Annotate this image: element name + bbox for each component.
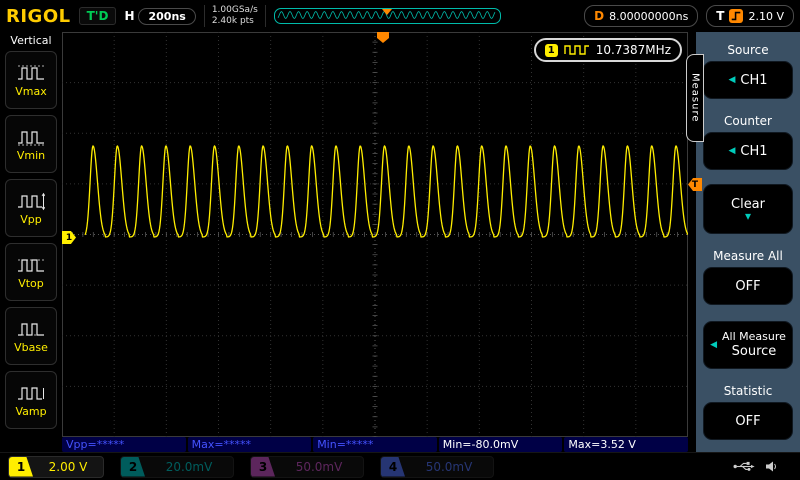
channel1-status[interactable]: 1 2.00 V	[8, 456, 104, 478]
horizontal-group: H 200ns	[124, 8, 195, 25]
statistic-button[interactable]: OFF	[703, 402, 793, 440]
trigger-level-marker[interactable]: T	[688, 178, 702, 191]
vertical-measure-sidebar: Vertical Vmax Vmin Vpp Vtop Vbase Vamp	[0, 32, 62, 437]
measurement-max[interactable]: Max=3.52 V	[564, 437, 688, 452]
square-wave-icon	[564, 44, 590, 56]
source-value: CH1	[740, 73, 767, 88]
menu-label-statistic: Statistic	[702, 384, 794, 398]
waveform-position-indicator[interactable]	[274, 8, 501, 24]
channel1-scale: 2.00 V	[33, 460, 103, 474]
speaker-icon	[765, 460, 778, 473]
sidebar-item-label: Vtop	[18, 277, 44, 290]
freq-counter-value: 10.7387MHz	[596, 43, 671, 57]
menu-label-source: Source	[702, 43, 794, 57]
vmax-icon	[17, 63, 45, 83]
oscilloscope-screen: RIGOL T'D H 200ns 1.00GSa/s 2.40k pts D …	[0, 0, 800, 480]
trigger-label: T	[716, 9, 724, 23]
left-arrow-icon: ◀	[728, 146, 735, 156]
channel3-status[interactable]: 3 50.0mV	[250, 456, 364, 478]
sidebar-item-label: Vmin	[17, 149, 45, 162]
vamp-icon	[17, 383, 45, 403]
clear-button[interactable]: Clear ▾	[703, 184, 793, 234]
all-measure-line1: All Measure	[722, 330, 786, 344]
sidebar-item-label: Vpp	[20, 213, 42, 226]
delay-readout[interactable]: D 8.00000000ns	[584, 5, 698, 27]
sidebar-item-vbase[interactable]: Vbase	[5, 307, 57, 365]
menu-section-statistic: Statistic OFF	[702, 379, 794, 440]
usb-icon	[733, 460, 755, 473]
measurement-vpp[interactable]: Vpp=*****	[62, 437, 186, 452]
measure-all-button[interactable]: OFF	[703, 267, 793, 305]
memory-waveform-thumbnail	[275, 9, 498, 21]
horizontal-label: H	[124, 9, 134, 23]
measurement-max-pending[interactable]: Max=*****	[188, 437, 312, 452]
all-measure-line2: Source	[732, 344, 777, 360]
trigger-readout[interactable]: T 2.10 V	[706, 5, 794, 27]
measure-all-value: OFF	[735, 279, 760, 294]
sidebar-item-label: Vbase	[14, 341, 48, 354]
statistic-value: OFF	[735, 414, 760, 429]
status-icons	[733, 460, 792, 473]
left-arrow-icon: ◀	[710, 340, 717, 350]
measurement-bar: Vpp=***** Max=***** Min=***** Min=-80.0m…	[62, 437, 688, 452]
top-bar: RIGOL T'D H 200ns 1.00GSa/s 2.40k pts D …	[0, 0, 800, 32]
sidebar-item-vpp[interactable]: Vpp	[5, 179, 57, 237]
menu-section-counter: Counter ◀ CH1	[702, 109, 794, 170]
menu-panel: Source ◀ CH1 Counter ◀ CH1 Clear ▾ Measu…	[696, 32, 800, 452]
memory-depth: 2.40k pts	[212, 16, 258, 27]
all-measure-source-button[interactable]: ◀ All Measure Source	[703, 321, 793, 369]
menu-label-measure-all: Measure All	[702, 249, 794, 263]
frequency-counter: 1 10.7387MHz	[534, 38, 682, 62]
channel4-status[interactable]: 4 50.0mV	[380, 456, 494, 478]
sidebar-item-vmin[interactable]: Vmin	[5, 115, 57, 173]
counter-button[interactable]: ◀ CH1	[703, 132, 793, 170]
sample-rate: 1.00GSa/s	[212, 5, 258, 16]
left-arrow-icon: ◀	[728, 75, 735, 85]
down-arrow-icon: ▾	[745, 212, 751, 220]
measurement-min-pending[interactable]: Min=*****	[313, 437, 437, 452]
sidebar-item-vtop[interactable]: Vtop	[5, 243, 57, 301]
vtop-icon	[17, 255, 45, 275]
vmin-icon	[17, 127, 45, 147]
timebase-value[interactable]: 200ns	[138, 8, 195, 25]
trigger-level-value: 2.10 V	[748, 10, 784, 23]
delay-label: D	[594, 9, 604, 23]
sidebar-item-label: Vmax	[15, 85, 47, 98]
trigger-edge-icon	[729, 9, 743, 23]
sidebar-title: Vertical	[10, 34, 51, 47]
freq-counter-channel-badge: 1	[545, 44, 558, 57]
vpp-icon	[17, 191, 45, 211]
graticule-and-trace	[62, 32, 688, 437]
menu-section-source: Source ◀ CH1	[702, 38, 794, 99]
menu-section-measure-all: Measure All OFF	[702, 244, 794, 305]
menu-label-counter: Counter	[702, 114, 794, 128]
channel3-scale: 50.0mV	[275, 460, 363, 474]
acquisition-info: 1.00GSa/s 2.40k pts	[204, 5, 266, 28]
waveform-display: 1 1 10.7387MHz	[62, 32, 688, 437]
delay-value: 8.00000000ns	[609, 10, 688, 23]
vbase-icon	[17, 319, 45, 339]
trigger-status-badge: T'D	[79, 7, 117, 25]
channel4-badge: 4	[381, 457, 405, 477]
channel2-scale: 20.0mV	[145, 460, 233, 474]
channel2-badge: 2	[121, 457, 145, 477]
measurement-min[interactable]: Min=-80.0mV	[439, 437, 563, 452]
channel1-badge: 1	[9, 457, 33, 477]
sidebar-item-label: Vamp	[15, 405, 46, 418]
rigol-logo: RIGOL	[6, 6, 71, 27]
measure-menu-tab[interactable]: Measure	[686, 54, 704, 142]
counter-value: CH1	[740, 144, 767, 159]
channel3-badge: 3	[251, 457, 275, 477]
channel2-status[interactable]: 2 20.0mV	[120, 456, 234, 478]
sidebar-item-vamp[interactable]: Vamp	[5, 371, 57, 429]
source-button[interactable]: ◀ CH1	[703, 61, 793, 99]
channel4-scale: 50.0mV	[405, 460, 493, 474]
channel-status-bar: 1 2.00 V 2 20.0mV 3 50.0mV 4 50.0mV	[0, 452, 800, 480]
sidebar-item-vmax[interactable]: Vmax	[5, 51, 57, 109]
